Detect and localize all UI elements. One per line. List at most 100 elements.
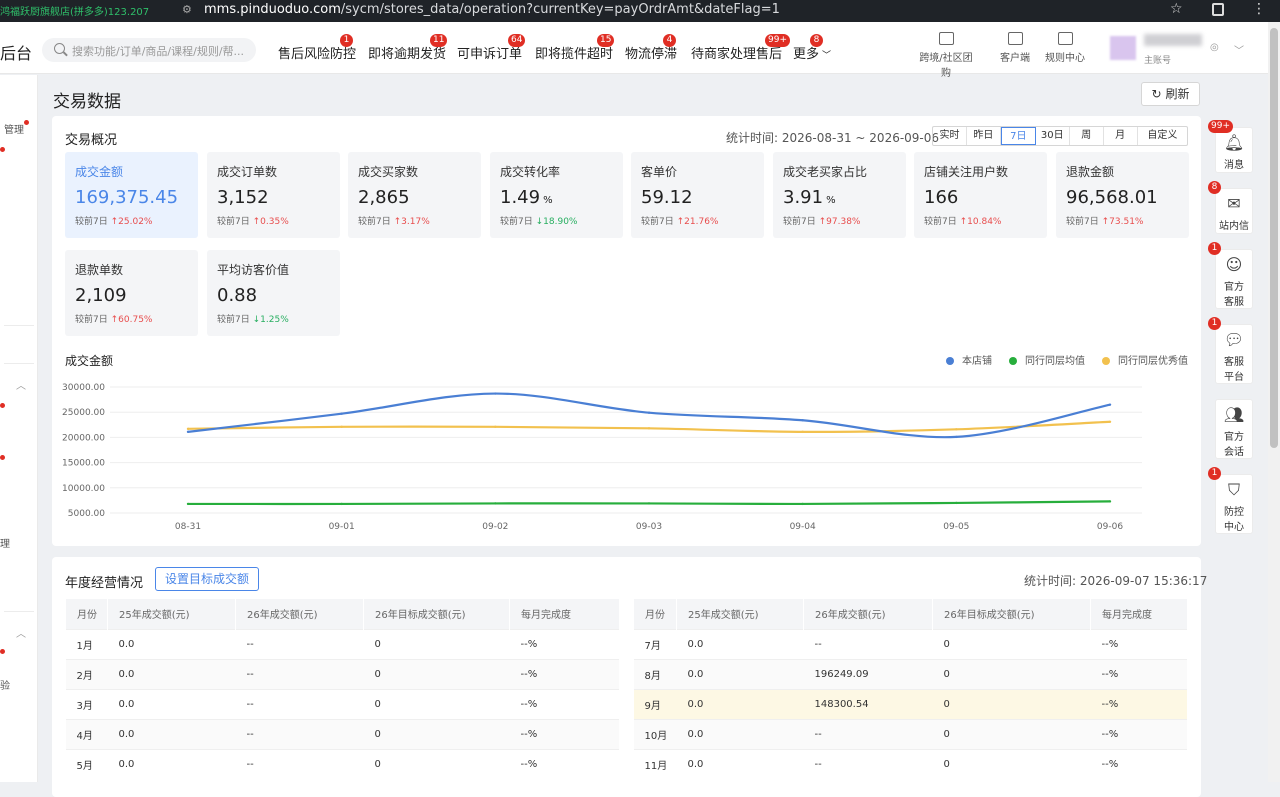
sidebar-item-manage[interactable]: 管理	[4, 121, 24, 136]
data-point[interactable]	[340, 412, 343, 415]
site-info-icon[interactable]: ⚙	[182, 3, 192, 16]
kpi-card[interactable]: 退款金额 96,568.01 较前7日 ↑73.51%	[1056, 152, 1189, 238]
right-panel-official-chat[interactable]: 👥︎ 官方会话	[1215, 399, 1253, 459]
data-point[interactable]	[494, 425, 497, 429]
data-point[interactable]	[647, 411, 651, 414]
data-point[interactable]	[801, 430, 804, 434]
legend-swatch	[1009, 357, 1017, 365]
kpi-card[interactable]: 成交买家数 2,865 较前7日 ↑3.17%	[348, 152, 481, 238]
kpi-label: 平均访客价值	[217, 263, 290, 277]
kpi-value: 3,152	[217, 187, 340, 208]
range-realtime[interactable]: 实时	[933, 127, 967, 145]
panel-label: 站内信	[1219, 221, 1249, 232]
legend-item-peer-avg[interactable]: 同行同层均值	[1009, 352, 1085, 367]
right-panel-official-service[interactable]: ☺ 官方客服	[1215, 249, 1253, 309]
data-point[interactable]	[494, 502, 497, 505]
range-month[interactable]: 月	[1104, 127, 1138, 145]
kpi-card[interactable]: 成交订单数 3,152 较前7日 ↑0.35%	[207, 152, 340, 238]
range-7d[interactable]: 7日	[1000, 127, 1036, 145]
chevron-down-icon[interactable]: ﹀	[1234, 42, 1244, 57]
table-cell: 8月	[633, 658, 677, 689]
kpi-number: 96,568.01	[1066, 187, 1158, 208]
refresh-button[interactable]: ↻ 刷新	[1141, 82, 1200, 106]
data-point[interactable]	[340, 502, 343, 506]
kpi-card[interactable]: 退款单数 2,109 较前7日 ↑60.75%	[65, 250, 198, 336]
address-bar[interactable]: mms.pinduoduo.com/sycm/stores_data/opera…	[204, 2, 780, 17]
series-line-0[interactable]	[187, 392, 1111, 439]
tool-rules-center[interactable]: 规则中心	[1037, 32, 1093, 64]
data-point[interactable]	[955, 435, 958, 439]
kpi-card[interactable]: 成交转化率 1.49% 较前7日 ↓18.90%	[490, 152, 623, 238]
kpi-card[interactable]: 成交老买家占比 3.91% 较前7日 ↑97.38%	[773, 152, 906, 238]
legend-item-own-store[interactable]: 本店铺	[946, 352, 992, 367]
right-panel-service-platform[interactable]: 💬︎ 客服平台	[1215, 324, 1253, 384]
gear-icon[interactable]: ◎	[1210, 42, 1219, 53]
y-tick-label: 30000.00	[62, 383, 105, 393]
range-custom[interactable]: 自定义	[1138, 127, 1187, 145]
data-point[interactable]	[1108, 420, 1112, 423]
data-point[interactable]	[955, 428, 958, 431]
range-yesterday[interactable]: 昨日	[967, 127, 1001, 145]
browser-bar: 鸿福跃厨旗舰店(拼多多)123.207 ⚙ mms.pinduoduo.com/…	[0, 0, 1280, 22]
account-name[interactable]	[1144, 34, 1202, 46]
kpi-card[interactable]: 店铺关注用户数 166 较前7日 ↑10.84%	[914, 152, 1047, 238]
tool-client[interactable]: 客户端	[987, 32, 1043, 64]
kpi-card[interactable]: 平均访客价值 0.88 较前7日 ↓1.25%	[207, 250, 340, 336]
chevron-up-icon[interactable]: ︿	[16, 377, 26, 392]
search-input[interactable]: 搜索功能/订单/商品/课程/规则/帮...	[42, 38, 256, 62]
tab-title[interactable]: 鸿福跃厨旗舰店(拼多多)123.207	[0, 3, 168, 18]
right-panel-risk-center[interactable]: ⛉ 防控中心	[1215, 474, 1253, 534]
data-point[interactable]	[186, 427, 190, 431]
nav-label: 即将揽件超时	[535, 47, 614, 62]
nav-item-overdue-shipping[interactable]: 即将逾期发货 11	[368, 34, 448, 62]
data-point[interactable]	[186, 502, 190, 506]
avatar[interactable]	[1110, 36, 1136, 60]
data-point[interactable]	[647, 502, 651, 505]
kpi-card[interactable]: 成交金额 169,375.45 较前7日 ↑25.02%	[65, 152, 198, 238]
set-target-button[interactable]: 设置目标成交额	[155, 567, 259, 591]
sidebar-item-manage-2[interactable]: 理	[0, 535, 10, 550]
extensions-icon[interactable]	[1212, 3, 1224, 16]
range-30d[interactable]: 30日	[1036, 127, 1070, 145]
data-point[interactable]	[801, 502, 804, 506]
kpi-change: 25.02%	[118, 217, 153, 227]
series-line-2[interactable]	[187, 420, 1111, 433]
kpi-compare-label: 较前7日	[1066, 217, 1099, 227]
bookmark-star-icon[interactable]: ☆	[1170, 1, 1183, 17]
page-scrollbar[interactable]	[1268, 22, 1280, 782]
kpi-card[interactable]: 客单价 59.12 较前7日 ↑21.76%	[631, 152, 764, 238]
sales-line-chart[interactable]: 30000.00 25000.00 20000.00 15000.00 10000.00…	[52, 375, 1201, 540]
data-point[interactable]	[801, 419, 804, 422]
data-point[interactable]	[1108, 500, 1112, 503]
browser-menu-icon[interactable]: ⋮	[1252, 1, 1266, 17]
data-point[interactable]	[647, 427, 651, 430]
right-panel-messages[interactable]: 🔔︎ 消息	[1215, 127, 1253, 173]
data-point[interactable]	[1108, 403, 1112, 406]
range-week[interactable]: 周	[1070, 127, 1104, 145]
col-sales-25: 25年成交额(元)	[107, 599, 236, 629]
data-point[interactable]	[494, 392, 497, 395]
tool-cross-border[interactable]: 跨境/社区团购	[918, 32, 974, 79]
nav-item-pending-after-sales[interactable]: 待商家处理售后 99+	[691, 34, 790, 62]
stat-range: 2026-08-31 ~ 2026-09-06	[781, 131, 940, 145]
col-month: 月份	[65, 599, 108, 629]
table-cell: 0.0	[107, 688, 236, 719]
nav-item-appealable-orders[interactable]: 可申诉订单 64	[457, 34, 526, 62]
chevron-up-icon[interactable]: ︿	[16, 625, 26, 640]
right-panel-inbox[interactable]: ✉ 站内信	[1215, 188, 1253, 234]
nav-item-after-sales-risk[interactable]: 售后风险防控 1	[278, 34, 356, 62]
data-point[interactable]	[340, 425, 343, 429]
table-cell: --%	[1090, 688, 1187, 719]
table-cell: 0.0	[107, 748, 236, 779]
sidebar-divider	[4, 325, 34, 326]
data-point[interactable]	[955, 501, 958, 505]
nav-item-more[interactable]: 更多 ﹀ 8	[793, 34, 831, 62]
data-point[interactable]	[186, 430, 190, 434]
scrollbar-thumb[interactable]	[1270, 28, 1278, 448]
nav-item-pickup-timeout[interactable]: 即将揽件超时 15	[535, 34, 615, 62]
chart-title: 成交金额	[65, 354, 114, 368]
legend-item-peer-excellent[interactable]: 同行同层优秀值	[1102, 352, 1188, 367]
nav-label: 可申诉订单	[457, 47, 523, 62]
sidebar-item-verify[interactable]: 验	[0, 677, 10, 692]
nav-item-logistics-stalled[interactable]: 物流停滞 4	[625, 34, 677, 62]
